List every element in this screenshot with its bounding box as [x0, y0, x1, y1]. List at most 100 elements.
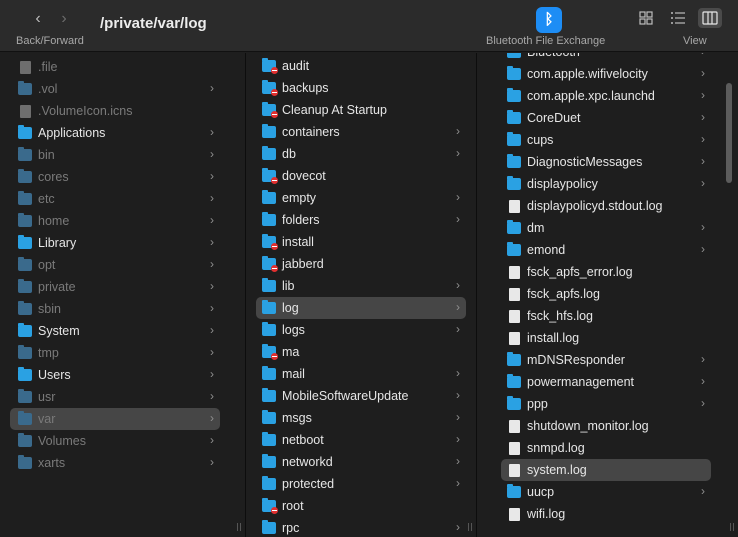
col3-item[interactable]: fsck_apfs_error.log	[501, 261, 711, 283]
folder-icon	[262, 520, 276, 534]
chevron-right-icon: ›	[701, 176, 705, 190]
col3-item[interactable]: install.log	[501, 327, 711, 349]
col3-item[interactable]: mDNSResponder ›	[501, 349, 711, 371]
col1-item[interactable]: opt ›	[10, 254, 220, 276]
col3-item[interactable]: wifi.log	[501, 503, 711, 525]
list-view-button[interactable]	[666, 8, 690, 28]
folder-icon	[18, 323, 32, 337]
col2-item-label: folders	[282, 213, 320, 227]
col2-item[interactable]: install	[256, 231, 466, 253]
back-chevron-icon[interactable]: ‹	[29, 10, 47, 28]
vertical-scrollbar[interactable]	[726, 83, 732, 183]
col2-item[interactable]: networkd ›	[256, 451, 466, 473]
col2-item[interactable]: logs ›	[256, 319, 466, 341]
col1-item[interactable]: var ›	[10, 408, 220, 430]
chevron-right-icon: ›	[456, 212, 460, 226]
col3-item[interactable]: powermanagement ›	[501, 371, 711, 393]
bluetooth-icon[interactable]: ᛒ	[536, 7, 562, 33]
chevron-right-icon: ›	[210, 433, 214, 447]
col1-item[interactable]: bin ›	[10, 144, 220, 166]
col1-item[interactable]: System ›	[10, 320, 220, 342]
col3-item[interactable]: emond ›	[501, 239, 711, 261]
chevron-right-icon: ›	[210, 235, 214, 249]
col2-item[interactable]: protected ›	[256, 473, 466, 495]
column-resize-handle[interactable]	[237, 523, 241, 531]
col3-item[interactable]: DiagnosticMessages ›	[501, 151, 711, 173]
col3-item-label: system.log	[527, 463, 587, 477]
column-resize-handle[interactable]	[468, 523, 472, 531]
col2-item[interactable]: containers ›	[256, 121, 466, 143]
col2-item[interactable]: msgs ›	[256, 407, 466, 429]
col2-item[interactable]: root	[256, 495, 466, 517]
back-forward-label: Back/Forward	[16, 35, 84, 47]
col1-item[interactable]: Applications ›	[10, 122, 220, 144]
col3-item[interactable]: system.log	[501, 459, 711, 481]
icon-view-button[interactable]	[634, 8, 658, 28]
col3-item[interactable]: shutdown_monitor.log	[501, 415, 711, 437]
column-resize-handle[interactable]	[730, 523, 734, 531]
col1-item[interactable]: .file	[10, 56, 220, 78]
col1-item[interactable]: .VolumeIcon.icns	[10, 100, 220, 122]
col3-item[interactable]: dm ›	[501, 217, 711, 239]
col1-item[interactable]: .vol ›	[10, 78, 220, 100]
col2-item[interactable]: lib ›	[256, 275, 466, 297]
col3-item[interactable]: ppp ›	[501, 393, 711, 415]
col2-item[interactable]: netboot ›	[256, 429, 466, 451]
col1-item[interactable]: sbin ›	[10, 298, 220, 320]
col2-item[interactable]: log ›	[256, 297, 466, 319]
folder-icon	[18, 411, 32, 425]
col2-item[interactable]: db ›	[256, 143, 466, 165]
col1-item[interactable]: etc ›	[10, 188, 220, 210]
col1-item[interactable]: usr ›	[10, 386, 220, 408]
folder-icon	[18, 191, 32, 205]
col3-item[interactable]: Bluetooth ›	[501, 53, 711, 63]
col2-item[interactable]: Cleanup At Startup	[256, 99, 466, 121]
col1-item[interactable]: xarts ›	[10, 452, 220, 474]
col3-item-label: CoreDuet	[527, 111, 581, 125]
col3-item[interactable]: CoreDuet ›	[501, 107, 711, 129]
col3-item[interactable]: displaypolicyd.stdout.log	[501, 195, 711, 217]
chevron-right-icon: ›	[701, 352, 705, 366]
folder-icon	[507, 66, 521, 80]
col2-item-label: lib	[282, 279, 295, 293]
col3-item[interactable]: com.apple.xpc.launchd ›	[501, 85, 711, 107]
col2-item[interactable]: dovecot	[256, 165, 466, 187]
col1-item[interactable]: cores ›	[10, 166, 220, 188]
col2-item[interactable]: empty ›	[256, 187, 466, 209]
col2-item[interactable]: audit	[256, 55, 466, 77]
col1-item-label: Volumes	[38, 434, 86, 448]
col2-item[interactable]: folders ›	[256, 209, 466, 231]
col3-item[interactable]: fsck_apfs.log	[501, 283, 711, 305]
chevron-right-icon: ›	[210, 411, 214, 425]
no-access-badge-icon	[271, 67, 278, 74]
col2-item[interactable]: mail ›	[256, 363, 466, 385]
col2-item[interactable]: MobileSoftwareUpdate ›	[256, 385, 466, 407]
folder-icon	[18, 433, 32, 447]
col3-item[interactable]: uucp ›	[501, 481, 711, 503]
col1-item[interactable]: Volumes ›	[10, 430, 220, 452]
col3-item[interactable]: fsck_hfs.log	[501, 305, 711, 327]
col3-item[interactable]: snmpd.log	[501, 437, 711, 459]
folder-icon	[262, 454, 276, 468]
col2-item[interactable]: rpc ›	[256, 517, 466, 537]
col1-item[interactable]: private ›	[10, 276, 220, 298]
col1-item[interactable]: Library ›	[10, 232, 220, 254]
col3-item[interactable]: com.apple.wifivelocity ›	[501, 63, 711, 85]
col2-item-label: jabberd	[282, 257, 324, 271]
col3-item[interactable]: displaypolicy ›	[501, 173, 711, 195]
col2-item[interactable]: backups	[256, 77, 466, 99]
col2-item-label: msgs	[282, 411, 312, 425]
file-icon	[509, 331, 520, 345]
forward-chevron-icon[interactable]: ›	[55, 10, 73, 28]
col2-item-label: root	[282, 499, 304, 513]
col3-item[interactable]: cups ›	[501, 129, 711, 151]
col1-item[interactable]: Users ›	[10, 364, 220, 386]
col2-item[interactable]: ma	[256, 341, 466, 363]
folder-icon	[262, 102, 278, 118]
col1-item[interactable]: home ›	[10, 210, 220, 232]
column-view-button[interactable]	[698, 8, 722, 28]
col1-item-label: .file	[38, 60, 58, 74]
col1-item[interactable]: tmp ›	[10, 342, 220, 364]
folder-icon	[262, 322, 276, 336]
col2-item[interactable]: jabberd	[256, 253, 466, 275]
